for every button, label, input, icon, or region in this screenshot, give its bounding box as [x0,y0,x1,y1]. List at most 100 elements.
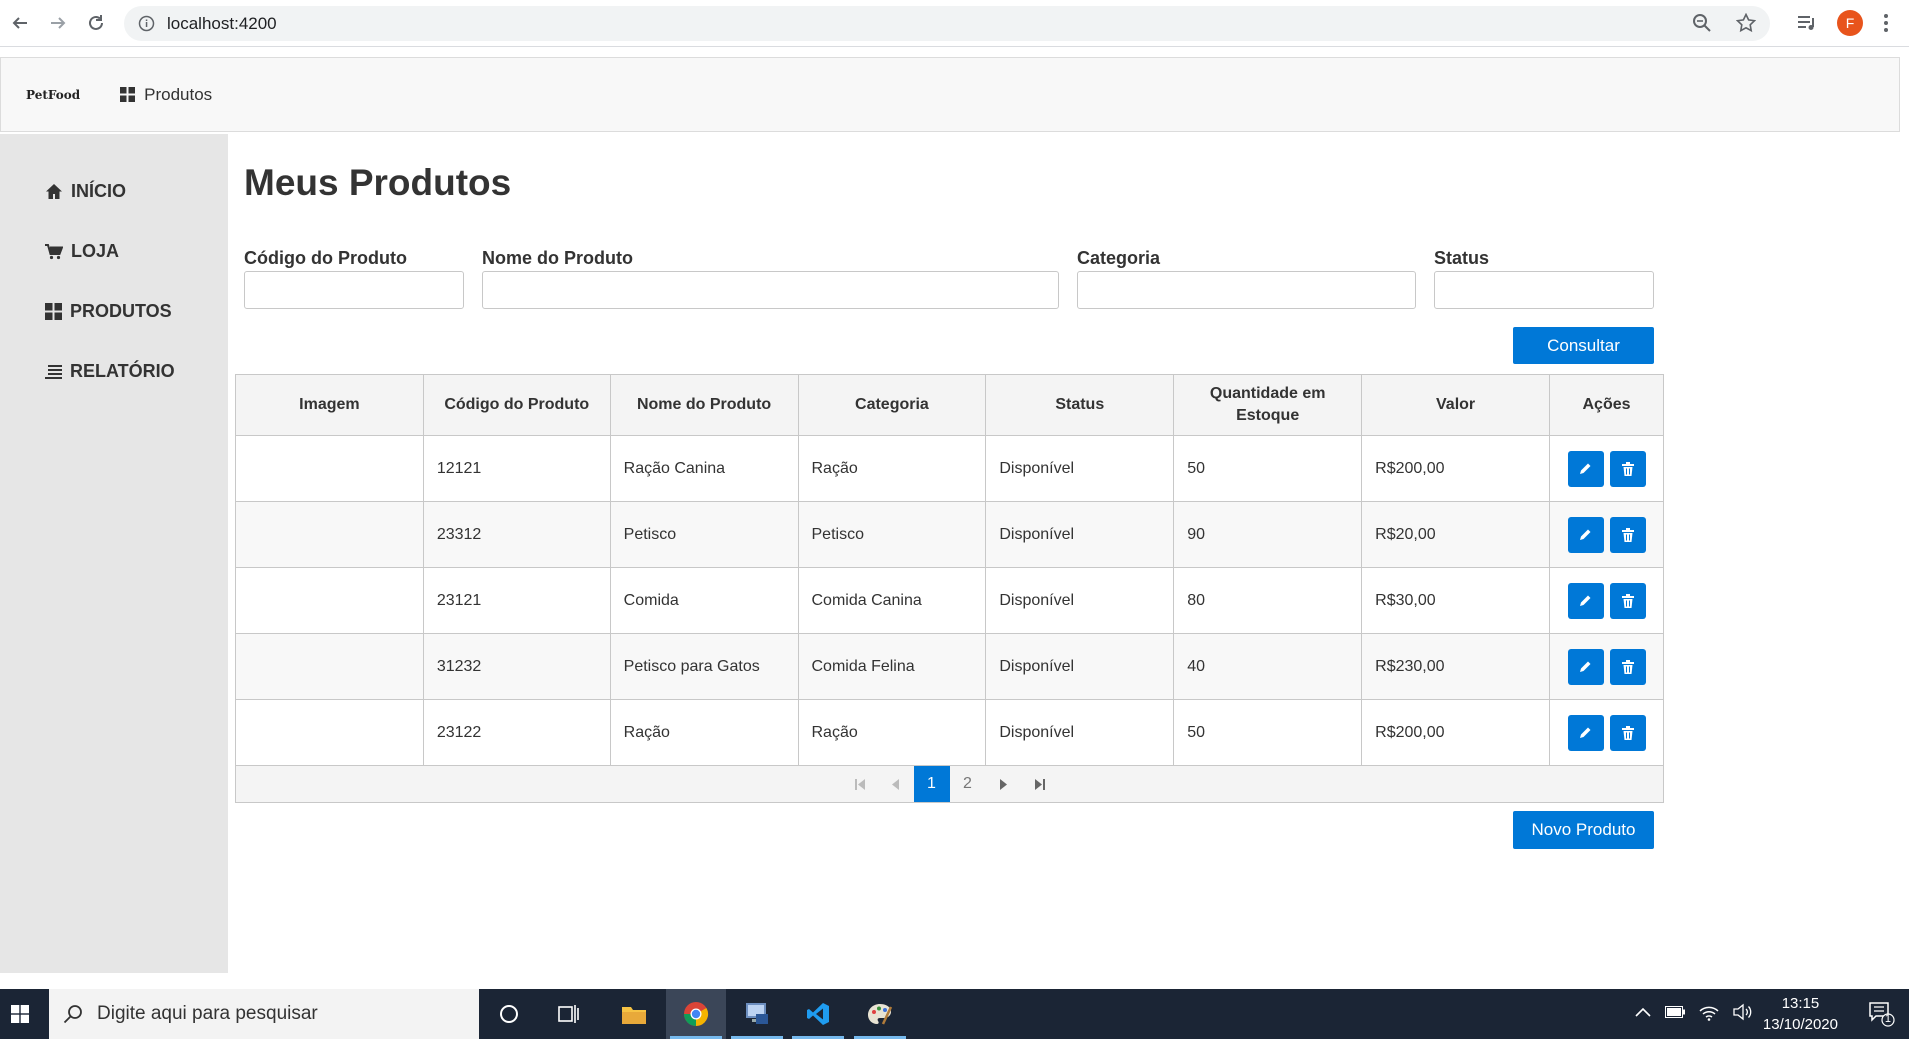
back-arrow-icon [12,17,27,29]
col-header-status[interactable]: Status [985,374,1175,436]
cell-acoes [1549,435,1664,502]
remote-desktop-button[interactable] [727,989,787,1039]
col-header-imagem[interactable]: Imagem [235,374,424,436]
delete-button[interactable] [1609,450,1646,487]
cortana-button[interactable] [479,989,539,1039]
list-icon [45,365,62,379]
battery-icon[interactable] [1665,1006,1685,1018]
sidebar-item-label: LOJA [71,241,120,261]
wifi-icon[interactable] [1699,1003,1719,1021]
page-button-2[interactable]: 2 [950,766,986,802]
trash-icon [1621,725,1634,740]
clock-date: 13/10/2020 [1762,1016,1838,1033]
last-page-icon [1034,778,1045,790]
cell-categoria: Comida Felina [797,633,987,700]
address-bar[interactable]: localhost:4200 [124,6,1770,41]
sidebar-item-loja[interactable]: LOJA [45,241,119,262]
taskbar-search-placeholder: Digite aqui para pesquisar [97,1003,318,1024]
sidebar: INÍCIO LOJA PRODUTOS RELATÓRIO [0,134,228,973]
next-page-button[interactable] [986,766,1022,802]
delete-button[interactable] [1609,648,1646,685]
cell-categoria: Ração [797,435,987,502]
cell-codigo: 23121 [422,567,611,634]
table-row: 31232 Petisco para Gatos Comida Felina D… [235,633,1664,700]
categoria-input[interactable] [1077,271,1416,309]
cell-valor: R$30,00 [1361,567,1550,634]
col-header-valor[interactable]: Valor [1361,374,1550,436]
edit-button[interactable] [1567,582,1604,619]
clock-time: 13:15 [1781,995,1820,1012]
cell-categoria: Ração [797,699,987,766]
col-header-nome[interactable]: Nome do Produto [609,374,799,436]
novo-produto-button[interactable]: Novo Produto [1513,811,1654,849]
bookmark-star-icon[interactable] [1736,13,1756,33]
menu-kebab-icon[interactable] [1883,13,1889,33]
file-explorer-button[interactable] [604,989,664,1039]
volume-icon[interactable] [1733,1003,1753,1021]
paint-palette-icon [868,1004,893,1025]
browser-toolbar: localhost:4200 F [0,0,1909,47]
trash-icon [1621,527,1634,542]
paint-button[interactable] [850,989,910,1039]
task-view-button[interactable] [539,989,599,1039]
codigo-label: Código do Produto [244,248,407,268]
consultar-button[interactable]: Consultar [1513,327,1654,364]
search-icon [63,1005,82,1024]
edit-button[interactable] [1567,648,1604,685]
taskbar-search[interactable]: Digite aqui para pesquisar [49,989,479,1039]
profile-avatar[interactable]: F [1837,10,1863,36]
cell-quantidade: 50 [1173,435,1363,502]
zoom-icon[interactable] [1692,13,1712,33]
sidebar-item-relatorio[interactable]: RELATÓRIO [45,361,175,382]
cell-imagem [235,633,424,700]
sidebar-item-produtos[interactable]: PRODUTOS [45,301,172,322]
cell-imagem [235,699,424,766]
notifications-button[interactable]: 1 [1869,1001,1895,1032]
prev-page-button[interactable] [878,766,914,802]
table-row: 12121 Ração Canina Ração Disponível 50 R… [235,435,1664,502]
delete-button[interactable] [1609,714,1646,751]
products-table: Imagem Código do Produto Nome do Produto… [235,374,1664,766]
cell-codigo: 31232 [422,633,611,700]
cell-status: Disponível [985,699,1175,766]
col-header-codigo[interactable]: Código do Produto [422,374,611,436]
windows-taskbar: Digite aqui para pesquisar 13:15 13/10/2… [0,989,1909,1039]
forward-arrow-icon [51,17,66,29]
folder-icon [622,1007,646,1024]
brand-logo[interactable]: PetFood [26,88,80,102]
media-queue-icon[interactable] [1797,14,1817,32]
task-view-icon [558,1005,579,1023]
cell-nome: Petisco para Gatos [609,633,799,700]
first-page-icon [854,778,865,790]
nome-input[interactable] [482,271,1059,309]
chevron-up-icon[interactable] [1635,1006,1651,1018]
delete-button[interactable] [1609,516,1646,553]
edit-button[interactable] [1567,714,1604,751]
col-header-quantidade[interactable]: Quantidade em Estoque [1173,374,1363,436]
cart-icon [45,243,63,259]
chrome-taskbar-button[interactable] [666,989,726,1039]
vscode-button[interactable] [788,989,848,1039]
notification-icon [1869,1002,1895,1027]
cell-valor: R$20,00 [1361,501,1550,568]
cell-quantidade: 80 [1173,567,1363,634]
sidebar-item-inicio[interactable]: INÍCIO [45,181,126,202]
reload-button[interactable] [76,3,116,43]
status-input[interactable] [1434,271,1654,309]
nav-link-produtos[interactable]: Produtos [120,85,212,105]
col-header-categoria[interactable]: Categoria [797,374,987,436]
page-button-1[interactable]: 1 [913,766,950,802]
back-button[interactable] [0,3,40,43]
cell-nome: Petisco [609,501,799,568]
forward-button[interactable] [38,3,78,43]
cell-acoes [1549,567,1664,634]
taskbar-clock[interactable]: 13:15 13/10/2020 [1763,993,1838,1035]
start-button[interactable] [0,989,40,1039]
codigo-input[interactable] [244,271,464,309]
edit-button[interactable] [1567,516,1604,553]
first-page-button[interactable] [842,766,878,802]
delete-button[interactable] [1609,582,1646,619]
last-page-button[interactable] [1022,766,1058,802]
cell-nome: Ração Canina [609,435,799,502]
edit-button[interactable] [1567,450,1604,487]
